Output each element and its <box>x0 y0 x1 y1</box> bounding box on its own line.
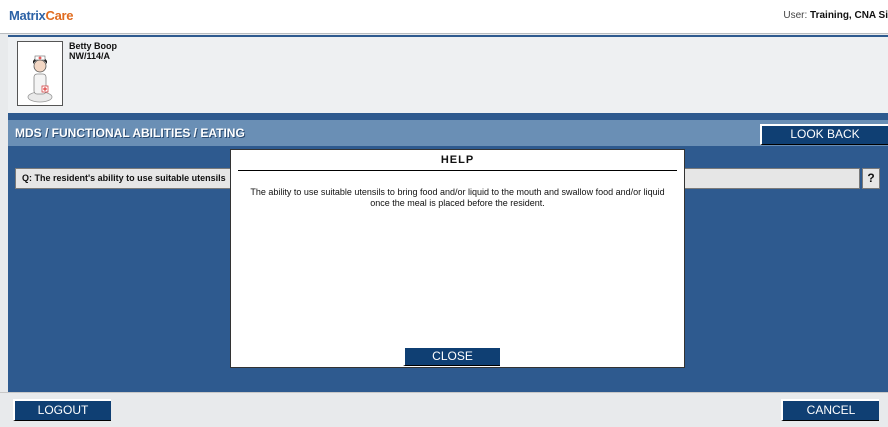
user-name: Training, CNA Si <box>810 10 888 21</box>
logo-text-matrix: Matrix <box>9 8 46 23</box>
help-dialog-body: The ability to use suitable utensils to … <box>250 187 665 208</box>
close-button[interactable]: CLOSE <box>403 346 500 366</box>
logo-text-care: Care <box>45 8 74 23</box>
help-dialog-title: HELP <box>440 154 475 166</box>
app-window: MatrixCare User: Training, CNA Si Betty … <box>0 0 888 427</box>
look-back-button[interactable]: LOOK BACK <box>760 124 888 145</box>
page-title: MDS / FUNCTIONAL ABILITIES / EATING <box>15 126 245 140</box>
matrixcare-logo: MatrixCare <box>9 8 74 23</box>
resident-photo <box>17 41 63 106</box>
resident-header: Betty Boop NW/114/A <box>8 37 888 113</box>
question-help-button[interactable]: ? <box>862 168 880 189</box>
page-title-bar: MDS / FUNCTIONAL ABILITIES / EATING LOOK… <box>8 120 888 146</box>
bottom-bar <box>0 392 888 427</box>
top-bar: MatrixCare User: Training, CNA Si <box>0 0 888 34</box>
help-dialog: HELP The ability to use suitable utensil… <box>230 149 685 368</box>
resident-room: NW/114/A <box>69 51 111 61</box>
resident-avatar-icon <box>27 55 53 103</box>
logout-button[interactable]: LOGOUT <box>13 399 111 421</box>
question-text: Q: The resident's ability to use suitabl… <box>22 173 226 183</box>
help-dialog-divider <box>238 170 677 171</box>
cancel-button[interactable]: CANCEL <box>781 399 879 421</box>
user-info: User: Training, CNA Si <box>783 10 888 21</box>
resident-name: Betty Boop <box>69 41 117 51</box>
user-label: User: <box>783 10 808 21</box>
